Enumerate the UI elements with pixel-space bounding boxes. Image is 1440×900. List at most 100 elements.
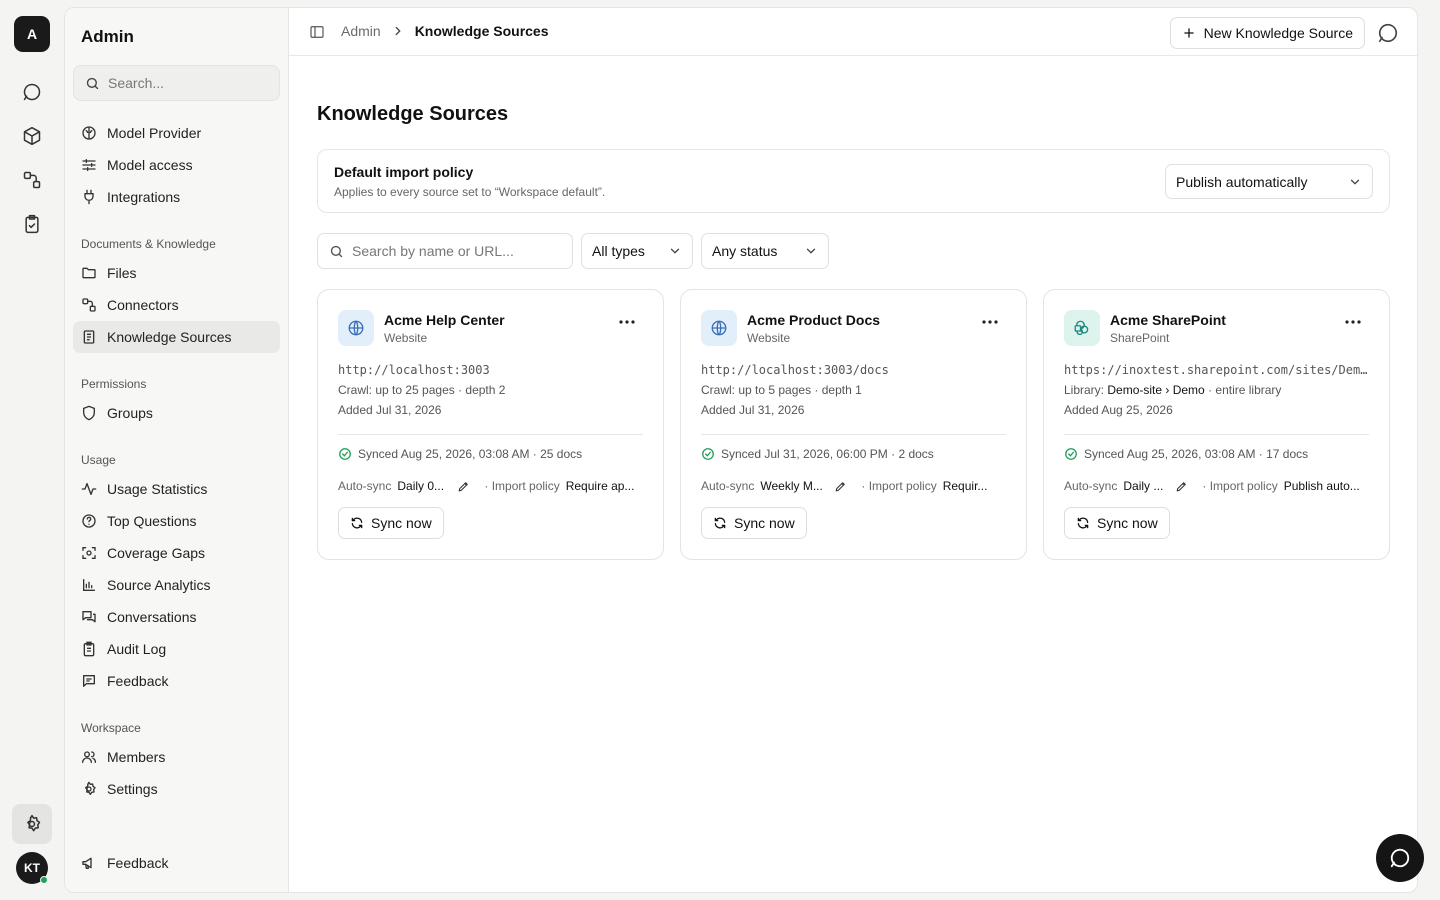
edit-pencil-icon[interactable]: [1175, 480, 1188, 493]
sidebar-item-source-analytics[interactable]: Source Analytics: [73, 569, 280, 601]
search-icon: [330, 245, 343, 257]
sidebar-item-label: Source Analytics: [107, 577, 211, 593]
avatar-initials: KT: [24, 861, 40, 875]
library-path: Demo-site › Demo: [1107, 383, 1205, 397]
source-type: Website: [384, 331, 428, 345]
globe-icon: [701, 310, 737, 346]
help-chat-icon[interactable]: [1377, 22, 1399, 44]
more-options-icon[interactable]: [619, 320, 635, 324]
edit-pencil-icon[interactable]: [834, 480, 847, 493]
refresh-icon: [714, 517, 726, 529]
knowledge-source-card[interactable]: Acme Product Docs Website http://localho…: [680, 289, 1027, 560]
sidebar-item-label: Files: [107, 265, 137, 281]
sidebar-item-label: Groups: [107, 405, 153, 421]
chat-icon[interactable]: [16, 76, 48, 108]
sidebar-item-connectors[interactable]: Connectors: [73, 289, 280, 321]
sidebar-item-label: Conversations: [107, 609, 197, 625]
sidebar-item-label: Feedback: [107, 855, 169, 871]
source-search-input[interactable]: Search by name or URL...: [317, 233, 573, 269]
sharepoint-icon: [1064, 310, 1100, 346]
edit-pencil-icon[interactable]: [457, 480, 470, 493]
book-icon: [83, 330, 95, 344]
autosync-label: Auto-sync: [1064, 479, 1118, 493]
autosync-value: Daily 0...: [397, 479, 445, 493]
sidebar-search-input[interactable]: Search...: [73, 65, 280, 101]
type-filter-value: All types: [592, 243, 645, 259]
sidebar-item-settings[interactable]: Settings: [73, 773, 280, 805]
refresh-icon: [351, 517, 363, 529]
crawl-settings: Crawl: up to 5 pages · depth 1: [701, 383, 862, 397]
sidebar-item-label: Model access: [107, 157, 193, 173]
sidebar-footer-feedback[interactable]: Feedback: [73, 847, 280, 879]
import-policy-select[interactable]: Publish automatically: [1165, 164, 1373, 199]
sync-now-button[interactable]: Sync now: [338, 507, 444, 539]
sidebar-search-placeholder: Search...: [108, 75, 165, 91]
sidebar-toggle-icon[interactable]: [309, 24, 325, 40]
sidebar-item-label: Feedback: [107, 673, 169, 689]
sync-status: Synced Jul 31, 2026, 06:00 PM · 2 docs: [701, 447, 934, 461]
sidebar-item-knowledge-sources[interactable]: Knowledge Sources: [73, 321, 280, 353]
sidebar-item-coverage-gaps[interactable]: Coverage Gaps: [73, 537, 280, 569]
check-circle-icon: [339, 448, 351, 460]
added-date: Added Jul 31, 2026: [701, 403, 805, 417]
more-options-icon[interactable]: [1345, 320, 1361, 324]
icon-rail: A KT: [0, 0, 64, 900]
autosync-value: Weekly M...: [760, 479, 823, 493]
sync-now-label: Sync now: [1097, 515, 1158, 531]
source-search-placeholder: Search by name or URL...: [352, 243, 514, 259]
new-knowledge-source-button[interactable]: New Knowledge Source: [1169, 17, 1365, 49]
knowledge-source-card[interactable]: Acme SharePoint SharePoint https://inoxt…: [1043, 289, 1390, 560]
sync-settings-row: Auto-sync Weekly M... · Import policy Re…: [701, 479, 1006, 493]
autosync-value: Daily ...: [1123, 479, 1164, 493]
sidebar-item-usage-statistics[interactable]: Usage Statistics: [73, 473, 280, 505]
sidebar-item-model-provider[interactable]: Model Provider: [73, 117, 280, 149]
library-scope: · entire library: [1208, 383, 1282, 397]
sidebar-item-audit-log[interactable]: Audit Log: [73, 633, 280, 665]
workflow-icon[interactable]: [16, 164, 48, 196]
status-filter-select[interactable]: Any status: [701, 233, 829, 269]
chat-bubble-icon: [1390, 848, 1410, 868]
sidebar-item-members[interactable]: Members: [73, 741, 280, 773]
sidebar-item-groups[interactable]: Groups: [73, 397, 280, 429]
more-options-icon[interactable]: [982, 320, 998, 324]
sync-status: Synced Aug 25, 2026, 03:08 AM · 25 docs: [338, 447, 582, 461]
cube-icon[interactable]: [16, 120, 48, 152]
sidebar-item-conversations[interactable]: Conversations: [73, 601, 280, 633]
refresh-icon: [1077, 517, 1089, 529]
search-icon: [86, 77, 99, 89]
section-label-usage: Usage: [81, 453, 116, 467]
chevron-down-icon: [670, 248, 680, 254]
sidebar-item-files[interactable]: Files: [73, 257, 280, 289]
workspace-badge[interactable]: A: [14, 16, 50, 52]
clipboard-check-icon[interactable]: [16, 208, 48, 240]
source-type: Website: [747, 331, 791, 345]
sync-now-button[interactable]: Sync now: [701, 507, 807, 539]
section-label-workspace: Workspace: [81, 721, 141, 735]
megaphone-icon: [82, 857, 92, 869]
knowledge-source-card[interactable]: Acme Help Center Website http://localhos…: [317, 289, 664, 560]
sidebar-item-integrations[interactable]: Integrations: [73, 181, 280, 213]
sidebar-item-label: Model Provider: [107, 125, 202, 141]
sidebar-item-feedback[interactable]: Feedback: [73, 665, 280, 697]
type-filter-select[interactable]: All types: [581, 233, 693, 269]
scan-icon: [82, 547, 96, 559]
chevron-right-icon: [395, 26, 401, 36]
card-divider: [338, 434, 643, 435]
sync-now-label: Sync now: [734, 515, 795, 531]
sidebar-item-top-questions[interactable]: Top Questions: [73, 505, 280, 537]
sidebar-item-model-access[interactable]: Model access: [73, 149, 280, 181]
new-knowledge-source-label: New Knowledge Source: [1203, 25, 1353, 41]
sync-now-button[interactable]: Sync now: [1064, 507, 1170, 539]
autosync-label: Auto-sync: [701, 479, 755, 493]
breadcrumb-admin-link[interactable]: Admin: [341, 23, 381, 39]
source-url: https://inoxtest.sharepoint.com/sites/De…: [1064, 363, 1373, 377]
sidebar-item-label: Connectors: [107, 297, 179, 313]
import-policy-label: · Import policy: [484, 479, 560, 493]
source-name: Acme Help Center: [384, 312, 505, 328]
user-avatar[interactable]: KT: [16, 852, 48, 884]
check-circle-icon: [1065, 448, 1077, 460]
sidebar-title: Admin: [81, 27, 134, 46]
import-policy-value: Publish auto...: [1283, 479, 1360, 493]
admin-gear-icon[interactable]: [12, 804, 52, 844]
chat-launcher-button[interactable]: [1376, 834, 1424, 882]
